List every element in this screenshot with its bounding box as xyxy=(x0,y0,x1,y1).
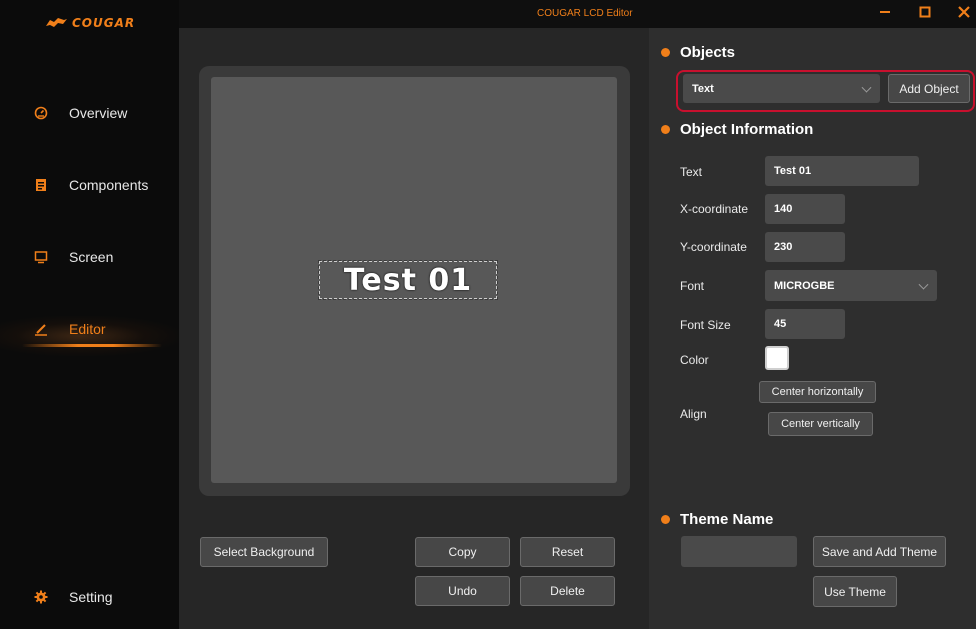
object-info-title: Object Information xyxy=(680,121,814,138)
sidebar-item-label: Setting xyxy=(69,589,113,605)
canvas-text-object[interactable]: Test 01 xyxy=(318,260,498,300)
color-swatch[interactable] xyxy=(765,346,789,370)
editor-panel: Test 01 Select Background Copy Reset Und… xyxy=(179,28,649,629)
center-vertically-button[interactable]: Center vertically xyxy=(768,412,873,436)
minimize-icon xyxy=(880,11,890,13)
section-dot xyxy=(661,125,670,134)
add-object-button[interactable]: Add Object xyxy=(888,74,970,103)
sidebar-item-label: Editor xyxy=(69,321,106,337)
window-title: COUGAR LCD Editor xyxy=(537,8,633,19)
gear-icon xyxy=(34,590,48,604)
title-bar: COUGAR LCD Editor xyxy=(179,0,976,28)
section-dot xyxy=(661,515,670,524)
font-value: MICROGBE xyxy=(774,279,835,292)
chevron-down-icon xyxy=(918,279,929,290)
maximize-button[interactable] xyxy=(915,4,935,22)
cougar-logo: COUGAR xyxy=(44,16,135,30)
select-background-button[interactable]: Select Background xyxy=(200,537,328,567)
sidebar-item-overview[interactable]: Overview xyxy=(0,93,179,133)
font-size-value: 45 xyxy=(774,318,787,330)
sidebar-item-label: Components xyxy=(69,177,149,193)
minimize-button[interactable] xyxy=(875,4,895,22)
font-label: Font xyxy=(680,279,705,293)
color-label: Color xyxy=(680,353,709,367)
delete-button[interactable]: Delete xyxy=(520,576,615,606)
object-type-select[interactable]: Text xyxy=(683,74,880,103)
close-icon xyxy=(958,6,970,18)
speedometer-icon xyxy=(34,106,48,120)
lcd-canvas[interactable]: Test 01 xyxy=(211,77,617,483)
theme-name-input[interactable] xyxy=(681,536,797,567)
theme-title: Theme Name xyxy=(680,511,774,528)
sidebar-item-label: Overview xyxy=(69,105,128,121)
sidebar: COUGAR Overview Components Screen Editor… xyxy=(0,0,179,629)
sidebar-item-components[interactable]: Components xyxy=(0,165,179,205)
undo-button[interactable]: Undo xyxy=(415,576,510,606)
properties-panel: Objects Text Add Object Object Informati… xyxy=(649,28,976,629)
active-indicator xyxy=(22,344,162,347)
objects-section-header: Objects xyxy=(661,44,735,61)
canvas-text: Test 01 xyxy=(343,262,473,298)
sidebar-item-editor[interactable]: Editor xyxy=(0,309,179,349)
y-coordinate-label: Y-coordinate xyxy=(680,240,747,254)
sidebar-item-setting[interactable]: Setting xyxy=(0,577,179,617)
y-coordinate-value: 230 xyxy=(774,241,793,253)
sidebar-item-screen[interactable]: Screen xyxy=(0,237,179,277)
cougar-logo-icon xyxy=(46,18,67,27)
use-theme-button[interactable]: Use Theme xyxy=(813,576,897,607)
x-coordinate-value: 140 xyxy=(774,203,793,215)
chevron-down-icon xyxy=(861,82,872,93)
align-label: Align xyxy=(680,407,707,421)
close-button[interactable] xyxy=(954,4,974,22)
section-dot xyxy=(661,48,670,57)
center-horizontally-button[interactable]: Center horizontally xyxy=(759,381,876,403)
theme-section-header: Theme Name xyxy=(661,511,773,528)
x-coordinate-field[interactable]: 140 xyxy=(765,194,845,224)
components-icon xyxy=(36,179,46,191)
maximize-icon xyxy=(919,6,931,18)
font-size-field[interactable]: 45 xyxy=(765,309,845,339)
save-and-add-theme-button[interactable]: Save and Add Theme xyxy=(813,536,946,567)
objects-title: Objects xyxy=(680,44,736,61)
text-field-value: Test 01 xyxy=(774,165,812,177)
logo-text: COUGAR xyxy=(72,16,136,30)
object-type-value: Text xyxy=(692,82,714,95)
text-field[interactable]: Test 01 xyxy=(765,156,919,186)
font-size-label: Font Size xyxy=(680,318,731,332)
pencil-icon xyxy=(35,324,47,336)
copy-button[interactable]: Copy xyxy=(415,537,510,567)
object-info-section-header: Object Information xyxy=(661,121,813,138)
sidebar-item-label: Screen xyxy=(69,249,114,265)
canvas-frame: Test 01 xyxy=(199,66,630,496)
font-select[interactable]: MICROGBE xyxy=(765,270,937,301)
monitor-icon xyxy=(34,251,48,264)
reset-button[interactable]: Reset xyxy=(520,537,615,567)
text-label: Text xyxy=(680,165,703,179)
x-coordinate-label: X-coordinate xyxy=(680,202,749,216)
y-coordinate-field[interactable]: 230 xyxy=(765,232,845,262)
